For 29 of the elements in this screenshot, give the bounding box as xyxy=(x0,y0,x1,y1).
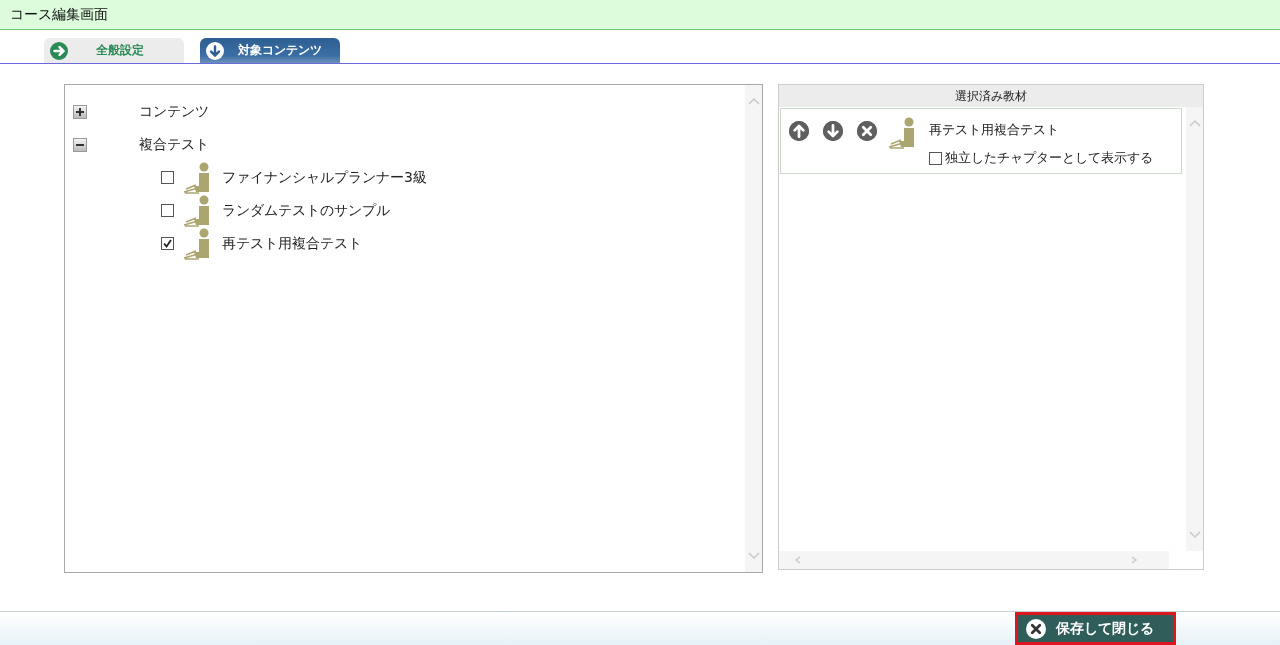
plus-icon xyxy=(76,107,84,116)
arrow-down-icon xyxy=(823,121,843,141)
collapse-toggle[interactable] xyxy=(73,137,87,152)
tree-node-label[interactable]: コンテンツ xyxy=(139,102,209,121)
tree-item-label[interactable]: 再テスト用複合テスト xyxy=(222,234,362,253)
arrow-right-icon xyxy=(50,41,68,60)
panel-header: 選択済み教材 xyxy=(779,85,1203,107)
arrow-down-icon xyxy=(206,41,224,60)
tree-item-label[interactable]: ファイナンシャルプランナー3級 xyxy=(222,168,427,187)
checkbox[interactable] xyxy=(161,204,174,217)
tree-item-label[interactable]: ランダムテストのサンプル xyxy=(222,201,390,220)
checkbox[interactable] xyxy=(929,151,942,165)
checkbox[interactable] xyxy=(161,237,174,250)
checkbox-label[interactable]: 独立したチャプターとして表示する xyxy=(945,149,1153,167)
expand-toggle[interactable] xyxy=(73,104,87,119)
arrow-up-icon xyxy=(789,121,809,141)
tab[interactable]: 全般設定 xyxy=(44,38,184,63)
item-label: 再テスト用複合テスト xyxy=(929,121,1060,139)
check-icon xyxy=(163,239,172,248)
tree-node-label[interactable]: 複合テスト xyxy=(139,135,209,154)
move-down-button[interactable] xyxy=(823,121,843,141)
close-icon xyxy=(857,121,877,141)
close-icon xyxy=(1026,618,1046,639)
tab[interactable]: 対象コンテンツ xyxy=(200,38,340,63)
window-title: コース編集画面 xyxy=(10,5,108,24)
save-and-close-button[interactable]: 保存して閉じる xyxy=(1015,612,1176,645)
move-up-button[interactable] xyxy=(789,121,809,141)
remove-button[interactable] xyxy=(857,121,877,141)
checkbox[interactable] xyxy=(161,171,174,184)
